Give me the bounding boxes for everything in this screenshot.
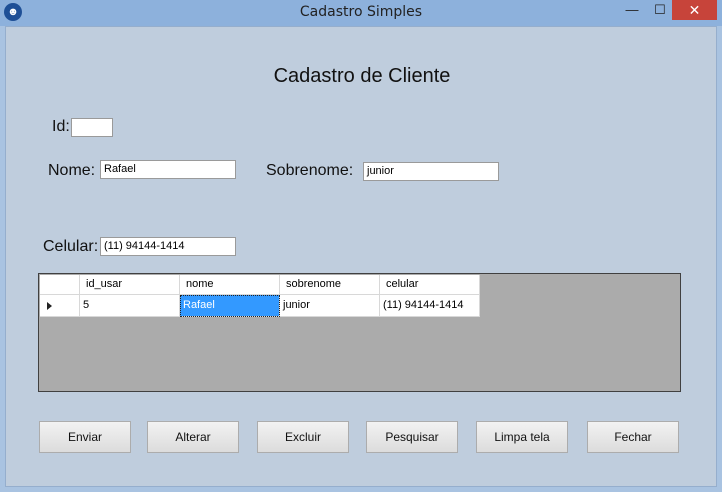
table-cell-id[interactable]: 5 [80,295,180,317]
excluir-button[interactable]: Excluir [257,421,349,453]
title-bar: ☻ Cadastro Simples — ☐ ✕ [0,0,722,26]
sobrenome-label: Sobrenome: [266,162,354,179]
nome-field[interactable]: Rafael [100,160,236,179]
minimize-button[interactable]: — [619,0,645,20]
column-header-sobrenome[interactable]: sobrenome [280,275,380,295]
fechar-button[interactable]: Fechar [587,421,679,453]
column-header-nome[interactable]: nome [180,275,280,295]
sobrenome-field[interactable]: junior [363,162,499,181]
enviar-button[interactable]: Enviar [39,421,131,453]
row-header[interactable] [40,295,80,317]
clientes-grid[interactable]: id_usar nome sobrenome celular 5 Rafael … [38,273,681,392]
table-cell-nome[interactable]: Rafael [180,295,280,317]
grid-corner-header[interactable] [40,275,80,295]
pesquisar-button[interactable]: Pesquisar [366,421,458,453]
column-header-celular[interactable]: celular [380,275,480,295]
maximize-button[interactable]: ☐ [647,0,673,20]
form-client-area: Cadastro de Cliente Id: Nome: Rafael Sob… [5,26,717,487]
celular-field[interactable]: (11) 94144-1414 [100,237,236,256]
close-button[interactable]: ✕ [672,0,717,20]
table-cell-celular[interactable]: (11) 94144-1414 [380,295,480,317]
window-title: Cadastro Simples [299,4,423,20]
current-row-arrow-icon [47,302,52,310]
column-header-id[interactable]: id_usar [80,275,180,295]
celular-label: Celular: [43,238,99,255]
nome-label: Nome: [48,162,96,179]
alterar-button[interactable]: Alterar [147,421,239,453]
table-cell-sobrenome[interactable]: junior [280,295,380,317]
page-title: Cadastro de Cliente [273,65,451,87]
id-label: Id: [52,118,70,135]
limpa-tela-button[interactable]: Limpa tela [476,421,568,453]
id-field[interactable] [71,118,113,137]
